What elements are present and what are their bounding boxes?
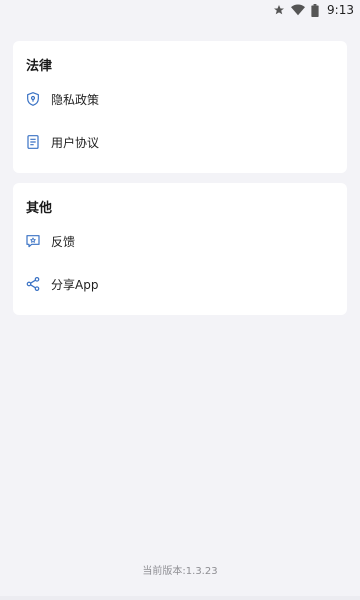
section-title-other: 其他 — [26, 201, 53, 216]
share-app-label: 分享App — [51, 277, 99, 292]
feedback-item[interactable]: 反馈 — [24, 226, 337, 256]
battery-icon — [311, 3, 319, 17]
wifi-icon — [291, 4, 306, 16]
share-app-item[interactable]: 分享App — [24, 269, 337, 299]
status-bar: 9:13 — [0, 0, 360, 20]
status-time: 9:13 — [327, 3, 354, 17]
star-icon — [273, 4, 285, 16]
section-title-legal: 法律 — [26, 59, 53, 74]
app-version: 当前版本:1.3.23 — [142, 566, 218, 577]
feedback-icon — [24, 232, 42, 250]
user-agreement-label: 用户协议 — [51, 135, 100, 150]
privacy-shield-icon — [24, 90, 42, 108]
feedback-label: 反馈 — [51, 234, 76, 249]
bottom-navigation-bar — [0, 596, 360, 600]
other-section-card: 其他 反馈 分享App — [13, 183, 347, 315]
document-icon — [24, 133, 42, 151]
privacy-policy-label: 隐私政策 — [51, 92, 100, 107]
user-agreement-item[interactable]: 用户协议 — [24, 127, 337, 157]
privacy-policy-item[interactable]: 隐私政策 — [24, 84, 337, 114]
share-icon — [24, 275, 42, 293]
legal-section-card: 法律 隐私政策 用户协议 — [13, 41, 347, 173]
